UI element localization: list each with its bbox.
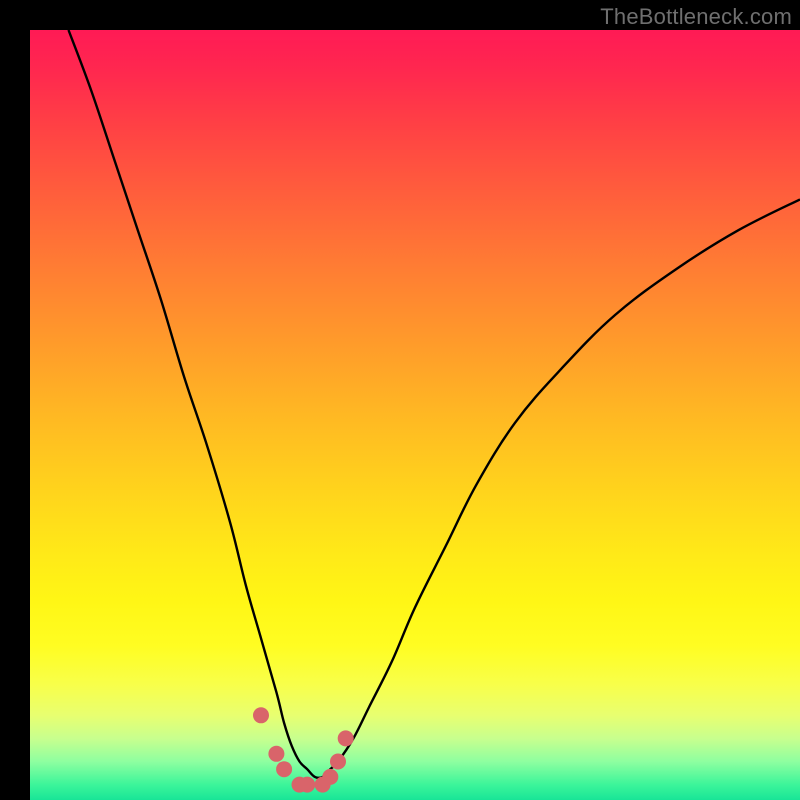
marker-dot bbox=[322, 769, 338, 785]
chart-frame: TheBottleneck.com bbox=[0, 0, 800, 800]
marker-dot bbox=[338, 730, 354, 746]
marker-layer bbox=[253, 707, 354, 792]
chart-svg bbox=[30, 30, 800, 800]
marker-dot bbox=[299, 777, 315, 793]
plot-area bbox=[30, 30, 800, 800]
watermark-text: TheBottleneck.com bbox=[600, 4, 792, 30]
marker-dot bbox=[276, 761, 292, 777]
marker-dot bbox=[268, 746, 284, 762]
bottleneck-curve bbox=[69, 30, 800, 778]
curve-layer bbox=[69, 30, 800, 778]
marker-dot bbox=[330, 754, 346, 770]
marker-dot bbox=[253, 707, 269, 723]
